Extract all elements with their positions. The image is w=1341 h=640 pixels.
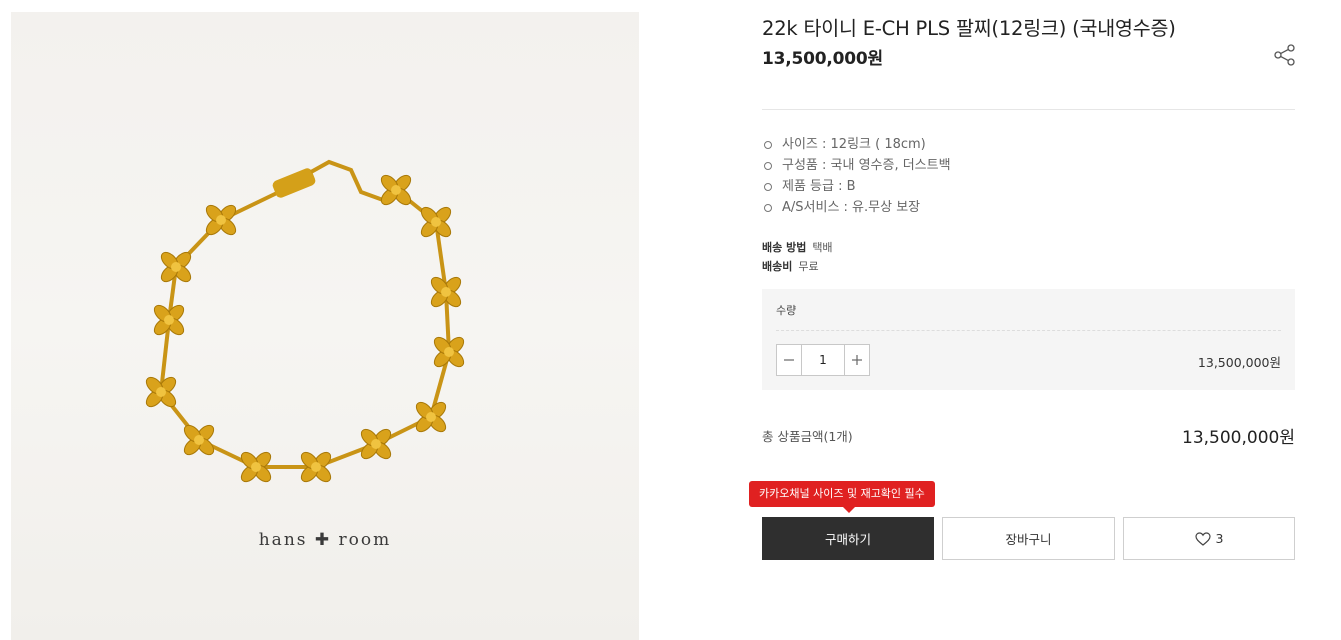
total-label: 총 상품금액(1개) [762,429,853,444]
cross-flower-link [380,174,412,206]
heart-icon [1194,531,1211,546]
quantity-input[interactable]: 1 [801,345,845,375]
bracelet-hook [310,159,384,202]
option-size: 사이즈 : 12링크 ( 18cm) [762,134,951,155]
cross-flower-link [360,428,392,460]
brand-watermark: hans ✚ room [258,530,392,550]
quantity-line-price: 13,500,000원 [1197,355,1281,370]
kakao-notice-tooltip: 카카오채널 사이즈 및 재고확인 필수 [749,481,935,513]
shipping-info: 배송 방법 택배 배송비 무료 [762,238,833,276]
product-title: 22k 타이니 E-CH PLS 팔찌(12링크) (국내영수증) [762,17,1176,40]
option-grade: 제품 등급 : B [762,176,951,197]
product-image[interactable]: hans ✚ room [11,12,639,640]
shipping-method: 배송 방법 택배 [762,238,833,257]
shipping-fee-label: 배송비 [762,260,793,273]
buy-button[interactable]: 구매하기 [762,517,934,560]
option-list: 사이즈 : 12링크 ( 18cm) 구성품 : 국내 영수증, 더스트백 제품… [762,134,951,218]
cross-flower-link [183,424,215,456]
product-detail-page: hans ✚ room 22k 타이니 E-CH PLS 팔찌(12링크) (국… [0,0,1341,640]
cross-flower-link [205,204,237,236]
total-price: 13,500,000원 [1182,428,1295,448]
quantity-label: 수량 [776,304,797,317]
product-info: 22k 타이니 E-CH PLS 팔찌(12링크) (국내영수증) 13,500… [749,0,1298,640]
shipping-fee-value: 무료 [798,260,819,273]
quantity-stepper: 1 [776,344,870,376]
option-components: 구성품 : 국내 영수증, 더스트백 [762,155,951,176]
action-buttons: 구매하기 장바구니 3 [762,517,1295,560]
share-icon [1274,44,1295,66]
bracelet-clasp [272,168,316,198]
cross-flower-link [415,401,447,433]
quantity-box: 수량 1 13,500,000원 [762,289,1295,390]
plus-icon [852,355,862,365]
product-price: 13,500,000원 [762,49,883,69]
option-as-service: A/S서비스 : 유.무상 보장 [762,197,951,218]
minus-icon [784,359,794,361]
quantity-decrease-button[interactable] [777,345,801,375]
wishlist-count: 3 [1215,531,1224,546]
quantity-divider [776,330,1281,331]
shipping-fee: 배송비 무료 [762,257,833,276]
wishlist-button[interactable]: 3 [1123,517,1295,560]
cart-button[interactable]: 장바구니 [942,517,1115,560]
shipping-method-label: 배송 방법 [762,241,807,254]
share-button[interactable] [1272,42,1298,68]
divider [762,109,1295,110]
shipping-method-value: 택배 [812,241,833,254]
quantity-increase-button[interactable] [845,345,869,375]
